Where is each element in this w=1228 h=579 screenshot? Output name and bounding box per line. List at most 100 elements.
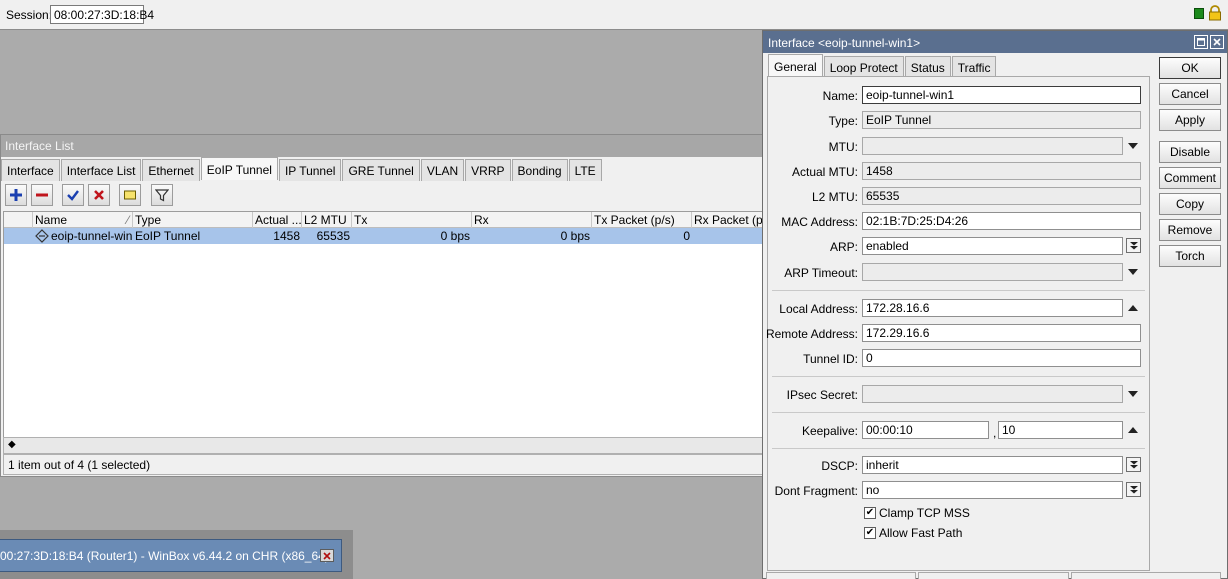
note-icon [124,190,136,200]
clamp-tcp-mss-checkbox[interactable]: ✔ [864,507,876,519]
section-divider [772,448,1145,449]
chevron-down-icon[interactable] [1128,391,1138,397]
labels-column: Name: Type: MTU: Actual MTU: L2 MTU: MAC… [766,77,858,572]
scroll-left-icon[interactable]: ◆ [8,439,16,450]
chevron-up-icon[interactable] [1128,305,1138,311]
tunnel-id-field[interactable]: 0 [862,349,1141,367]
allow-fast-path-checkbox[interactable]: ✔ [864,527,876,539]
allow-fast-path-label: Allow Fast Path [879,526,963,540]
section-divider [772,376,1145,377]
mac-address-field[interactable]: 02:1B:7D:25:D4:26 [862,212,1141,230]
tab-general[interactable]: General [768,54,823,77]
plus-icon [10,189,22,201]
column-header-rx[interactable]: Rx [472,212,592,228]
dropdown-arrow-icon [1129,486,1138,494]
interface-list-window: Interface List Interface Interface List … [0,134,764,477]
copy-button[interactable]: Copy [1159,193,1221,215]
torch-button[interactable]: Torch [1159,245,1221,267]
chevron-up-icon[interactable] [1128,427,1138,433]
dialog-tabs: General Loop Protect Status Traffic [768,54,997,78]
tab-loop-protect[interactable]: Loop Protect [823,56,904,78]
minus-icon [36,193,48,197]
dialog-title-text: Interface <eoip-tunnel-win1> [768,36,921,50]
column-header-rx-packet[interactable]: Rx Packet (p/s) [692,212,762,228]
tab-eoip-tunnel[interactable]: EoIP Tunnel [200,157,278,180]
dropdown-arrow-icon [1129,242,1138,250]
dropdown-arrow-icon [1129,461,1138,469]
tab-ip-tunnel[interactable]: IP Tunnel [278,159,342,181]
column-header-name[interactable]: Name ⁄ [33,212,133,228]
dscp-dropdown-button[interactable] [1126,457,1141,472]
close-icon[interactable] [320,549,334,562]
ok-button[interactable]: OK [1159,57,1221,79]
disable-button[interactable] [88,184,110,206]
dont-fragment-dropdown-button[interactable] [1126,482,1141,497]
tab-interface[interactable]: Interface [1,159,60,181]
sort-icon: ⁄ [126,213,129,227]
disable-button[interactable]: Disable [1159,141,1221,163]
dscp-select[interactable]: inherit [862,456,1123,474]
horizontal-scrollbar[interactable]: ◆ [3,437,763,454]
mtu-field[interactable] [862,137,1123,155]
tunnel-id-label: Tunnel ID: [803,352,858,366]
maximize-icon[interactable] [1194,35,1208,49]
tab-ethernet[interactable]: Ethernet [142,159,200,181]
tab-vlan[interactable]: VLAN [420,159,465,181]
type-field: EoIP Tunnel [862,111,1141,129]
filter-button[interactable] [151,184,173,206]
chevron-down-icon[interactable] [1128,143,1138,149]
column-header-tx[interactable]: Tx [352,212,472,228]
column-header-type[interactable]: Type [133,212,253,228]
keepalive-retries-field[interactable]: 10 [998,421,1123,439]
keepalive-label: Keepalive: [801,424,858,438]
table-row[interactable]: eoip-tunnel-win1 EoIP Tunnel 1458 65535 … [4,228,762,244]
dscp-label: DSCP: [821,459,858,473]
arp-timeout-field[interactable] [862,263,1123,281]
column-header-tx-packet[interactable]: Tx Packet (p/s) [592,212,692,228]
row-rx: 0 bps [560,229,590,243]
remove-button[interactable]: Remove [1159,219,1221,241]
name-label: Name: [822,89,858,103]
general-panel: Name: Type: MTU: Actual MTU: L2 MTU: MAC… [766,76,1150,572]
tab-lte[interactable]: LTE [568,159,602,181]
session-field[interactable]: 08:00:27:3D:18:B4 [50,5,154,24]
apply-button[interactable]: Apply [1159,109,1221,131]
remove-button[interactable] [31,184,53,206]
comment-button[interactable]: Comment [1159,167,1221,189]
section-divider [772,290,1145,291]
tab-traffic[interactable]: Traffic [951,56,997,78]
ipsec-secret-field[interactable] [862,385,1123,403]
close-icon[interactable] [1210,35,1224,49]
interface-table: Name ⁄ Type Actual ... L2 MTU Tx Rx Tx Pa… [3,211,763,439]
tab-interface-list[interactable]: Interface List [60,159,142,181]
taskbar-item[interactable]: 00:27:3D:18:B4 (Router1) - WinBox v6.44.… [0,539,342,572]
window-title: Interface List [1,135,764,157]
keepalive-separator: , [993,426,997,440]
dialog-status-bar [766,572,1223,579]
enable-button[interactable] [62,184,84,206]
chevron-down-icon[interactable] [1128,269,1138,275]
arp-dropdown-button[interactable] [1126,238,1141,253]
tab-bonding[interactable]: Bonding [511,159,568,181]
cancel-button[interactable]: Cancel [1159,83,1221,105]
remote-address-field[interactable]: 172.29.16.6 [862,324,1141,342]
tab-vrrp[interactable]: VRRP [465,159,511,181]
tab-gre-tunnel[interactable]: GRE Tunnel [342,159,420,181]
dont-fragment-select[interactable]: no [862,481,1123,499]
dont-fragment-label: Dont Fragment: [774,484,858,498]
keepalive-time-field[interactable]: 00:00:10 [862,421,989,439]
add-button[interactable] [5,184,27,206]
tab-status[interactable]: Status [904,56,951,78]
name-field[interactable]: eoip-tunnel-win1 [862,86,1141,104]
mac-address-label: MAC Address: [781,215,858,229]
row-tx-packet: 0 [683,229,690,243]
l2-mtu-label: L2 MTU: [811,190,858,204]
status-segment [918,572,1069,579]
arp-select[interactable]: enabled [862,237,1123,255]
x-icon [94,190,104,200]
row-l2-mtu: 65535 [316,229,350,243]
comment-button[interactable] [119,184,141,206]
column-header-actual-mtu[interactable]: Actual ... [253,212,302,228]
column-header-l2-mtu[interactable]: L2 MTU [302,212,352,228]
local-address-field[interactable]: 172.28.16.6 [862,299,1123,317]
